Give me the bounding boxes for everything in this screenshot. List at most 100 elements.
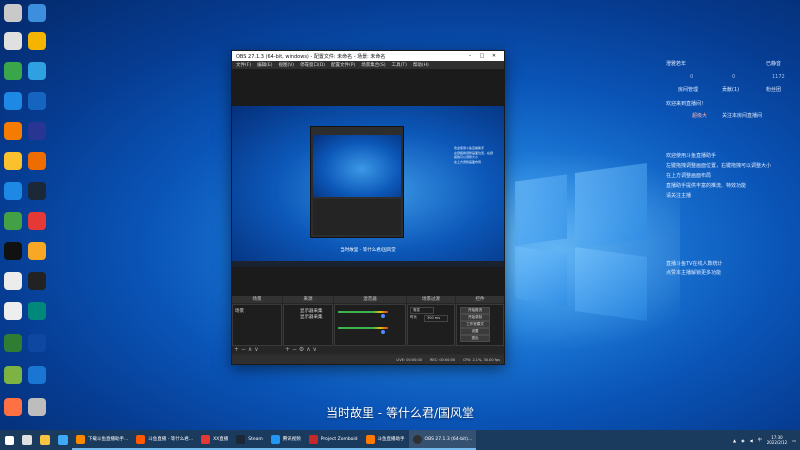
stat-value: 0 [690, 74, 694, 80]
footer-line: 点赞本主播解锁更多功能 [666, 270, 722, 276]
input-method[interactable]: 中 [758, 437, 762, 443]
taskbar-app[interactable]: OBS 27.1.3 (64-bit)... [408, 430, 477, 450]
mixer-dock-header: 混音器 [334, 296, 406, 303]
studio-mode-button[interactable]: 工作室模式 [460, 321, 490, 328]
exit-button[interactable]: 退出 [460, 335, 490, 342]
clock-date: 2022/2/12 [766, 440, 788, 445]
menu-view[interactable]: 视图(V) [278, 62, 294, 68]
minimize-icon[interactable]: – [464, 53, 476, 59]
audio-mixer[interactable] [334, 304, 406, 346]
browser-icon [58, 435, 68, 445]
taskbar-app[interactable]: Project Zomboid [304, 430, 362, 450]
app-icon [76, 434, 85, 444]
taskbar: 下载斗鱼直播助手... 斗鱼直播 - 等什么君... XX直播 Steam 腾讯… [0, 430, 800, 450]
app-icon [308, 434, 318, 444]
desktop-icon[interactable] [28, 152, 46, 170]
scene-item[interactable]: 场景 [235, 308, 244, 314]
tab-fans[interactable]: 粉丝团 [766, 86, 781, 93]
notification-icon[interactable]: ▭ [792, 438, 796, 443]
volume-icon[interactable]: ◀ [750, 438, 753, 443]
start-recording-button[interactable]: 开始录制 [460, 314, 490, 321]
taskbar-app[interactable]: 斗鱼直播助手 [361, 430, 409, 450]
desktop-icon[interactable] [4, 366, 22, 384]
obs-window[interactable]: OBS 27.1.3 (64-bit, windows) - 配置文件: 未命名… [231, 50, 505, 365]
desktop-icon[interactable] [4, 182, 22, 200]
desktop-icon[interactable] [4, 122, 22, 140]
menu-file[interactable]: 文件(F) [236, 62, 251, 68]
taskbar-app[interactable]: 腾讯视频 [266, 430, 305, 450]
settings-button[interactable]: 设置 [460, 328, 490, 335]
desktop-icon[interactable] [28, 182, 46, 200]
clock[interactable]: 17:30 2022/2/12 [767, 435, 788, 445]
desktop-icon[interactable] [4, 242, 22, 260]
stat-value: 1172 [772, 74, 785, 80]
desktop-icon[interactable] [28, 212, 46, 230]
taskbar-pinned[interactable] [18, 430, 36, 450]
tab-room[interactable]: 房间管理 [678, 86, 698, 93]
desktop-icon[interactable] [4, 212, 22, 230]
volume-slider[interactable] [381, 314, 385, 318]
close-icon[interactable]: ✕ [488, 53, 500, 59]
menu-docks[interactable]: 停靠窗口(D) [300, 62, 325, 68]
desktop-icon[interactable] [28, 4, 46, 22]
volume-slider[interactable] [381, 330, 385, 334]
taskbar-app[interactable]: XX直播 [197, 430, 233, 450]
menu-scene-collection[interactable]: 场景集合(S) [361, 62, 385, 68]
menu-profile[interactable]: 配置文件(P) [331, 62, 355, 68]
desktop-icon[interactable] [4, 92, 22, 110]
remove-icon[interactable]: − [241, 346, 246, 353]
desktop-icon[interactable] [28, 366, 46, 384]
taskbar-pinned[interactable] [36, 430, 54, 450]
menu-tools[interactable]: 工具(T) [392, 62, 407, 68]
window-titlebar[interactable]: OBS 27.1.3 (64-bit, windows) - 配置文件: 未命名… [232, 51, 504, 61]
add-icon[interactable]: + [285, 346, 290, 353]
gear-icon[interactable]: ⚙ [299, 346, 304, 353]
preview-canvas[interactable]: 欢迎使用斗鱼直播助手 左键拖拽调整画面位置，右键拖拽可以调整大小 在上方调整画面… [232, 69, 504, 296]
desktop-icon[interactable] [4, 152, 22, 170]
desktop-icon[interactable] [4, 272, 22, 290]
move-up-icon[interactable]: ∧ [248, 346, 252, 353]
desktop-icon[interactable] [28, 334, 46, 352]
desktop-icon[interactable] [28, 242, 46, 260]
add-icon[interactable]: + [234, 346, 239, 353]
preview-nested-desktop [313, 135, 401, 197]
desktop-icon[interactable] [4, 62, 22, 80]
remove-icon[interactable]: − [292, 346, 297, 353]
duration-field[interactable]: 300 ms [424, 315, 448, 322]
desktop-icon[interactable] [28, 32, 46, 50]
maximize-icon[interactable]: □ [476, 53, 488, 59]
tab-contribution[interactable]: 贡献(1) [722, 86, 739, 93]
desktop-icon[interactable] [28, 62, 46, 80]
desktop-icon[interactable] [28, 302, 46, 320]
sources-list[interactable]: 显示器采集 显示器采集 [283, 304, 333, 346]
taskbar-pinned[interactable] [54, 430, 72, 450]
file-explorer-icon [40, 435, 50, 445]
taskbar-app[interactable]: Steam [232, 430, 267, 450]
scenes-list[interactable]: 场景 [232, 304, 282, 346]
desktop-icon[interactable] [28, 122, 46, 140]
desktop-icon[interactable] [28, 92, 46, 110]
menu-help[interactable]: 帮助(H) [413, 62, 429, 68]
network-icon[interactable]: ◉ [741, 438, 745, 443]
taskbar-app[interactable]: 斗鱼直播 - 等什么君... [132, 430, 198, 450]
welcome-text: 欢迎来到直播间！ [666, 101, 707, 107]
desktop-icon[interactable] [4, 4, 22, 22]
desktop-icon[interactable] [4, 32, 22, 50]
wallpaper-pane [575, 246, 647, 322]
menu-edit[interactable]: 编辑(E) [257, 62, 272, 68]
move-up-icon[interactable]: ∧ [306, 346, 310, 353]
desktop-icon[interactable] [4, 334, 22, 352]
move-down-icon[interactable]: ∨ [254, 346, 258, 353]
preview-desktop: 欢迎使用斗鱼直播助手 左键拖拽调整画面位置，右键拖拽可以调整大小 在上方调整画面… [232, 106, 504, 261]
transition-select[interactable]: 渐变 [410, 307, 434, 314]
tray-icon[interactable]: ▲ [733, 438, 736, 443]
desktop-icon[interactable] [28, 272, 46, 290]
desktop-icon[interactable] [4, 302, 22, 320]
taskbar-app[interactable]: 下载斗鱼直播助手... [72, 430, 133, 450]
transitions-dock-header: 场景过渡 [407, 296, 455, 303]
mute-status[interactable]: 已静音 [766, 60, 781, 67]
source-item[interactable]: 显示器采集 [300, 314, 323, 320]
start-streaming-button[interactable]: 开始推流 [460, 307, 490, 314]
move-down-icon[interactable]: ∨ [313, 346, 317, 353]
start-button[interactable] [0, 430, 18, 450]
